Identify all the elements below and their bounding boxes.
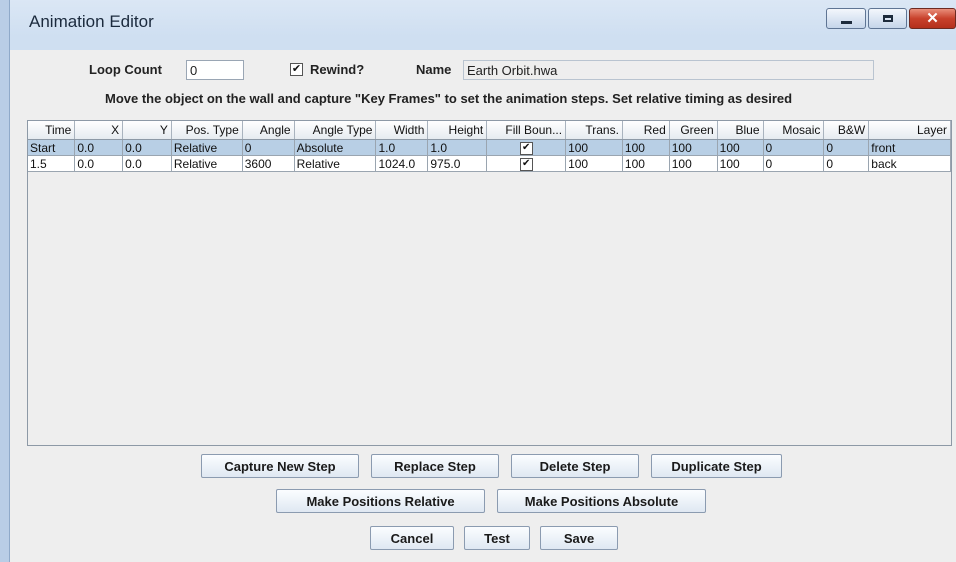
cell-y[interactable]: 0.0 (122, 139, 172, 156)
cell-angle[interactable]: 0 (242, 139, 295, 156)
column-header-angle[interactable]: Angle (242, 121, 295, 140)
cell-x[interactable]: 0.0 (74, 155, 124, 172)
name-label: Name (416, 62, 452, 77)
cell-green[interactable]: 100 (669, 155, 718, 172)
cell-pos-type[interactable]: Relative (171, 139, 243, 156)
key-frames-table[interactable]: Time X Y Pos. Type Angle Angle Type Widt… (27, 120, 952, 446)
column-header-height[interactable]: Height (427, 121, 488, 140)
loop-count-label: Loop Count (89, 62, 162, 77)
cell-green[interactable]: 100 (669, 139, 718, 156)
column-header-layer[interactable]: Layer (868, 121, 951, 140)
table-header: Time X Y Pos. Type Angle Angle Type Widt… (28, 121, 951, 140)
replace-step-button[interactable]: Replace Step (371, 454, 499, 478)
check-icon: ✔ (291, 63, 302, 75)
cell-blue[interactable]: 100 (717, 155, 764, 172)
delete-step-button[interactable]: Delete Step (511, 454, 639, 478)
cell-red[interactable]: 100 (622, 155, 670, 172)
minimize-icon (840, 20, 852, 24)
cell-layer[interactable]: front (868, 139, 951, 156)
cell-angle-type[interactable]: Absolute (294, 139, 377, 156)
fill-bounds-checkbox[interactable]: ✔ (519, 141, 533, 155)
table-row[interactable]: 1.5 0.0 0.0 Relative 3600 Relative 1024.… (28, 155, 951, 172)
cell-trans[interactable]: 100 (565, 139, 623, 156)
column-header-width[interactable]: Width (375, 121, 429, 140)
column-header-fill-bounds[interactable]: Fill Boun... (486, 121, 567, 140)
column-header-angle-type[interactable]: Angle Type (294, 121, 377, 140)
cell-time[interactable]: 1.5 (28, 155, 76, 172)
cell-fill-bounds[interactable]: ✔ (486, 139, 567, 156)
close-button[interactable]: ✕ (909, 8, 956, 29)
column-header-trans[interactable]: Trans. (565, 121, 623, 140)
cell-x[interactable]: 0.0 (74, 139, 124, 156)
save-button[interactable]: Save (540, 526, 618, 550)
instructions-text: Move the object on the wall and capture … (105, 91, 793, 106)
column-header-bw[interactable]: B&W (823, 121, 870, 140)
capture-new-step-button[interactable]: Capture New Step (201, 454, 359, 478)
column-header-red[interactable]: Red (622, 121, 670, 140)
column-header-y[interactable]: Y (122, 121, 172, 140)
loop-count-input[interactable] (186, 60, 244, 80)
cell-red[interactable]: 100 (622, 139, 670, 156)
fill-bounds-checkbox[interactable]: ✔ (519, 157, 533, 171)
rewind-label: Rewind? (310, 62, 365, 77)
column-header-mosaic[interactable]: Mosaic (763, 121, 825, 140)
column-header-green[interactable]: Green (669, 121, 718, 140)
maximize-button[interactable] (868, 8, 907, 29)
column-header-blue[interactable]: Blue (717, 121, 764, 140)
maximize-icon (882, 15, 893, 22)
cell-fill-bounds[interactable]: ✔ (486, 155, 567, 172)
test-button[interactable]: Test (464, 526, 530, 550)
cell-bw[interactable]: 0 (823, 139, 870, 156)
column-header-x[interactable]: X (74, 121, 124, 140)
column-header-pos-type[interactable]: Pos. Type (171, 121, 243, 140)
make-positions-absolute-button[interactable]: Make Positions Absolute (497, 489, 706, 513)
cell-mosaic[interactable]: 0 (763, 155, 825, 172)
rewind-checkbox[interactable]: ✔ (290, 63, 303, 76)
cell-angle-type[interactable]: Relative (294, 155, 377, 172)
cell-height[interactable]: 1.0 (427, 139, 488, 156)
window-left-edge (0, 0, 10, 562)
column-header-time[interactable]: Time (28, 121, 76, 140)
cell-angle[interactable]: 3600 (242, 155, 295, 172)
cell-trans[interactable]: 100 (565, 155, 623, 172)
name-input[interactable] (463, 60, 874, 80)
cell-height[interactable]: 975.0 (427, 155, 488, 172)
cell-y[interactable]: 0.0 (122, 155, 172, 172)
minimize-button[interactable] (826, 8, 866, 29)
cell-width[interactable]: 1024.0 (375, 155, 429, 172)
cell-width[interactable]: 1.0 (375, 139, 429, 156)
cancel-button[interactable]: Cancel (370, 526, 454, 550)
animation-editor-window: Animation Editor ✕ Loop Count ✔ Rewind? … (0, 0, 956, 562)
cell-mosaic[interactable]: 0 (763, 139, 825, 156)
window-title: Animation Editor (29, 12, 154, 31)
close-icon: ✕ (926, 10, 939, 27)
cell-blue[interactable]: 100 (717, 139, 764, 156)
cell-time[interactable]: Start (28, 139, 76, 156)
duplicate-step-button[interactable]: Duplicate Step (651, 454, 782, 478)
table-row[interactable]: Start 0.0 0.0 Relative 0 Absolute 1.0 1.… (28, 139, 951, 156)
cell-bw[interactable]: 0 (823, 155, 870, 172)
cell-pos-type[interactable]: Relative (171, 155, 243, 172)
make-positions-relative-button[interactable]: Make Positions Relative (276, 489, 485, 513)
cell-layer[interactable]: back (868, 155, 951, 172)
editor-content: Loop Count ✔ Rewind? Name Move the objec… (10, 50, 956, 562)
